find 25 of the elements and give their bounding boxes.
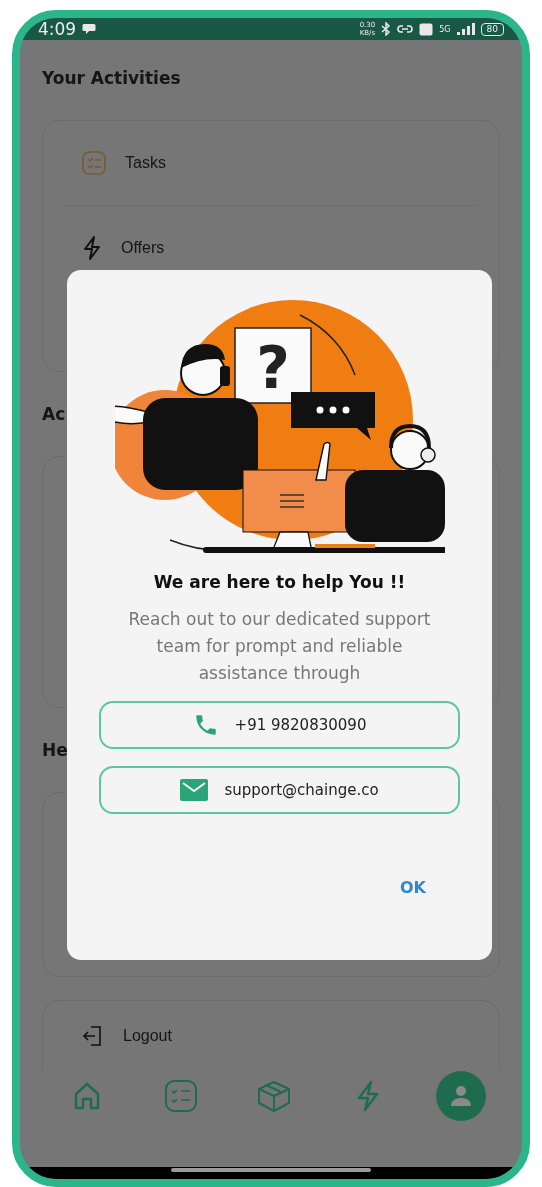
lightning-icon bbox=[81, 235, 103, 261]
box-icon bbox=[256, 1079, 292, 1113]
dialog-message: Reach out to our dedicated support team for prompt and reliable assistance through bbox=[127, 608, 432, 685]
menu-item[interactable]: Tasks bbox=[63, 121, 479, 205]
checklist-icon bbox=[163, 1079, 198, 1113]
chat-bubble-icon bbox=[82, 23, 97, 35]
link-icon bbox=[397, 23, 414, 35]
section-heading: He bbox=[42, 739, 68, 762]
logout-item[interactable]: Logout bbox=[63, 1001, 479, 1071]
profile-tab[interactable] bbox=[436, 1071, 486, 1121]
dialog-title: We are here to help You !! bbox=[153, 572, 406, 592]
battery-level: 80 bbox=[480, 22, 504, 36]
profile-icon bbox=[449, 1084, 473, 1108]
phone-button[interactable]: +91 9820830090 bbox=[99, 701, 460, 749]
email-button[interactable]: support@chainge.co bbox=[99, 766, 460, 814]
ok-button[interactable]: OK bbox=[394, 874, 432, 901]
signal-icon bbox=[456, 23, 475, 35]
mail-icon bbox=[180, 779, 209, 801]
status-time: 4:09 bbox=[38, 19, 77, 39]
checklist-icon bbox=[81, 150, 107, 176]
section-heading: Ac bbox=[42, 403, 66, 426]
section-heading: Your Activities bbox=[42, 67, 181, 90]
network-type: 5G bbox=[439, 24, 451, 34]
menu-item[interactable]: Offers bbox=[63, 206, 479, 290]
bluetooth-icon bbox=[381, 22, 392, 36]
